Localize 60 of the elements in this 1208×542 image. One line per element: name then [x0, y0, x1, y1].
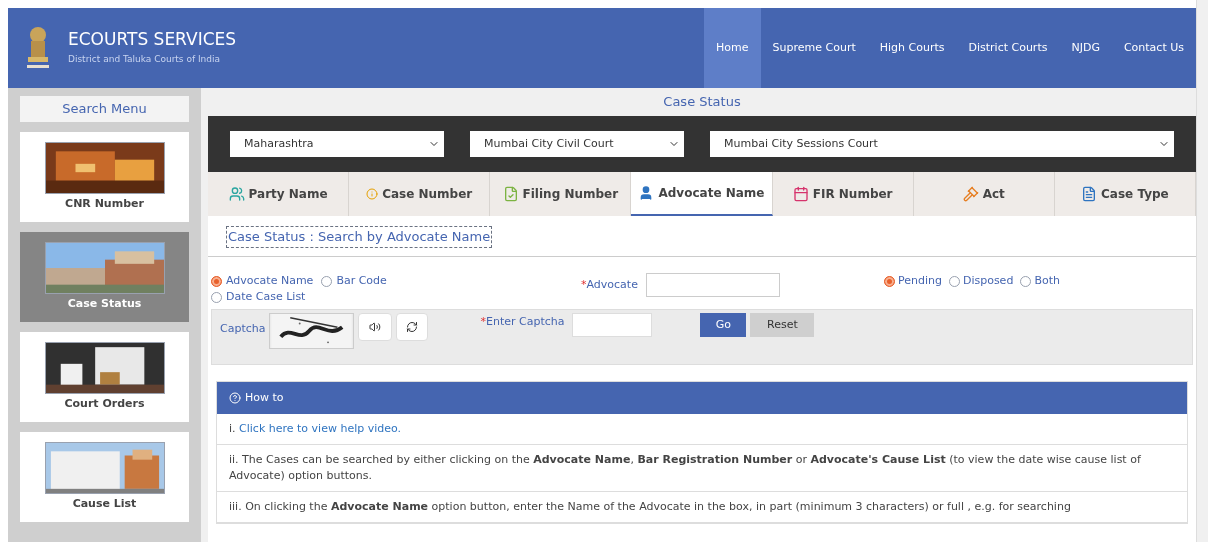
radio-label: Both	[1034, 273, 1060, 289]
refresh-button[interactable]	[396, 313, 429, 341]
info-icon	[366, 186, 379, 202]
sidebar-heading: Search Menu	[20, 96, 189, 122]
radio-button[interactable]	[948, 275, 960, 287]
nav-link[interactable]: Home	[704, 8, 761, 88]
audio-button[interactable]	[358, 313, 393, 341]
tab[interactable]: Case Type	[1054, 172, 1196, 216]
captcha-field[interactable]	[572, 313, 653, 337]
form-heading: Case Status : Search by Advocate Name	[226, 226, 493, 248]
go-button[interactable]: Go	[700, 313, 747, 337]
sidebar-item[interactable]: Cause List	[20, 432, 189, 522]
tab[interactable]: FIR Number	[772, 172, 914, 216]
users-icon	[228, 186, 245, 202]
help-video-link[interactable]: Click here to view help video.	[239, 422, 402, 435]
radio-label: Disposed	[962, 273, 1014, 289]
dropdown[interactable]: Maharashtra	[230, 131, 444, 157]
radio-button[interactable]	[321, 275, 333, 287]
tab[interactable]: Act	[913, 172, 1055, 216]
radio-label: Advocate Name	[226, 273, 314, 289]
dropdown[interactable]: Mumbai City Civil Court	[470, 131, 684, 157]
sidebar-item[interactable]: Case Status	[20, 232, 189, 322]
help-icon	[229, 392, 241, 404]
tab[interactable]: Advocate Name	[631, 172, 773, 216]
nav-link[interactable]: District Courts	[956, 8, 1060, 88]
tab[interactable]: Case Number	[349, 172, 491, 216]
page-title: Case Status	[208, 88, 1196, 116]
site-subtitle: District and Taluka Courts of India	[68, 53, 222, 67]
radio-label: Bar Code	[336, 273, 387, 289]
speaker-icon	[369, 321, 382, 333]
document-icon	[502, 186, 519, 202]
field-label: *Enter Captcha	[480, 314, 565, 330]
nav-link[interactable]: NJDG	[1059, 8, 1112, 88]
refresh-icon	[406, 321, 419, 333]
document-icon	[1081, 186, 1098, 202]
howto-title: How to	[245, 389, 284, 406]
sidebar-item[interactable]: CNR Number	[20, 132, 189, 222]
calendar-icon	[792, 186, 809, 202]
dropdown[interactable]: Mumbai City Sessions Court	[710, 131, 1174, 157]
radio-button[interactable]	[883, 275, 895, 287]
site-title: ECOURTS SERVICES	[68, 29, 237, 50]
emblem-icon	[24, 25, 52, 71]
radio-label: Pending	[897, 273, 942, 289]
help-text: ii. The Cases can be searched by either clicking on the Advocate Name, Bar Registration Number or Advocate's Cause List (to view the date wise cause list of Advocate) option buttons.	[229, 453, 1141, 482]
captcha-label: Captcha	[220, 321, 266, 337]
help-text: iii. On clicking the Advocate Name option button, enter the Name of the Advocate in the box, in part (minimum 3 characters) or full , e.g. for searching	[229, 500, 1071, 513]
radio-button[interactable]	[211, 275, 222, 287]
radio-label: Date Case List	[226, 289, 306, 305]
radio-button[interactable]	[1020, 275, 1032, 287]
radio-button[interactable]	[211, 291, 222, 303]
advocate-field[interactable]	[645, 273, 780, 297]
gavel-icon	[962, 186, 979, 202]
nav-link[interactable]: Contact Us	[1111, 8, 1196, 88]
nav-link[interactable]: Supreme Court	[760, 8, 868, 88]
tab[interactable]: Party Name	[208, 172, 350, 216]
help-line: i. Click here to view help video.	[229, 422, 402, 435]
field-label: *Advocate	[581, 276, 638, 293]
reset-button[interactable]: Reset	[750, 313, 815, 337]
sidebar-item[interactable]: Court Orders	[20, 332, 189, 422]
nav-link[interactable]: High Courts	[867, 8, 957, 88]
